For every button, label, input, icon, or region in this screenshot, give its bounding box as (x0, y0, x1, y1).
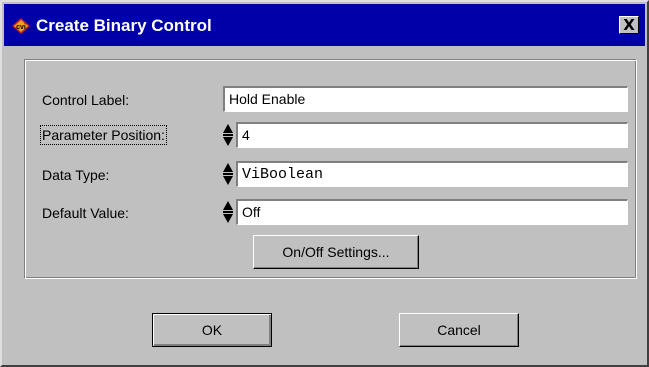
data-type-spinner[interactable] (222, 161, 234, 187)
parameter-position-spinner[interactable] (222, 122, 234, 148)
cancel-button[interactable]: Cancel (399, 313, 519, 347)
data-type-input[interactable]: ViBoolean (236, 161, 628, 187)
close-icon: X (623, 16, 635, 34)
control-label-input[interactable]: Hold Enable (223, 86, 628, 112)
ok-button[interactable]: OK (152, 313, 272, 347)
onoff-settings-button[interactable]: On/Off Settings... (253, 235, 419, 269)
data-type-label-text: Data Type: (42, 167, 110, 183)
data-type-label: Data Type: (42, 167, 109, 183)
default-value-label-text: Default Value: (42, 205, 129, 221)
control-label-label: Control Label: (42, 92, 129, 108)
default-value-label: Default Value: (42, 205, 129, 221)
parameter-position-label: Parameter Position: (40, 125, 167, 145)
cvi-app-icon: cvi (12, 18, 30, 34)
title-bar[interactable]: cvi Create Binary Control X (4, 4, 645, 46)
parameter-position-input[interactable]: 4 (236, 122, 628, 148)
parameter-position-label-text: Parameter Position: (42, 127, 165, 143)
close-button[interactable]: X (619, 16, 639, 34)
default-value-spinner[interactable] (222, 199, 234, 225)
control-label-label-text: Control Label: (42, 92, 130, 108)
default-value-input[interactable]: Off (236, 199, 628, 225)
create-binary-control-dialog: cvi Create Binary Control X Control Labe… (0, 0, 649, 367)
svg-text:cvi: cvi (16, 24, 26, 31)
dialog-title: Create Binary Control (36, 16, 212, 35)
